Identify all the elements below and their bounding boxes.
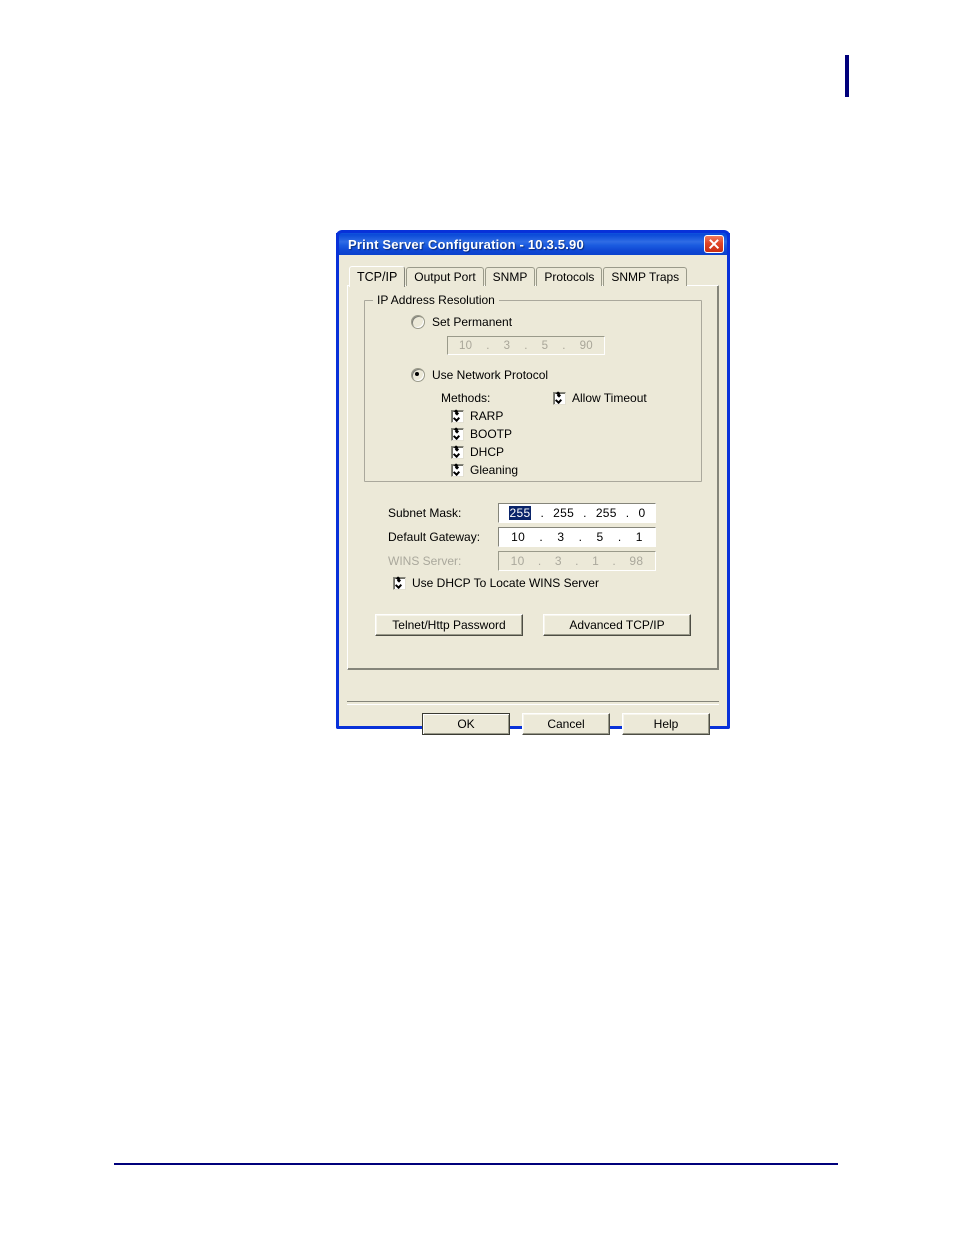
default-gateway-octet-2: 3	[557, 530, 565, 544]
subnet-mask-octet-3: 255	[595, 506, 617, 520]
checkbox-bootp-label: BOOTP	[470, 427, 513, 441]
wins-server-octet-2: 3	[554, 554, 562, 568]
wins-server-dot-3: .	[612, 554, 617, 568]
tab-output-port[interactable]: Output Port	[406, 267, 484, 286]
tab-tcpip[interactable]: TCP/IP	[349, 266, 406, 287]
tab-panel-tcpip: IP Address Resolution Set Permanent 10 .…	[347, 285, 719, 670]
wins-server-octet-3: 1	[592, 554, 600, 568]
tab-snmp-traps[interactable]: SNMP Traps	[603, 267, 688, 286]
checkbox-row-rarp[interactable]: RARP	[451, 409, 691, 423]
default-gateway-octet-1: 10	[511, 530, 526, 544]
field-row-default-gateway: Default Gateway: 10 . 3 . 5 . 1	[388, 526, 708, 548]
radio-use-network-protocol-label: Use Network Protocol	[432, 368, 549, 382]
default-gateway-label: Default Gateway:	[388, 530, 481, 544]
radio-row-set-permanent[interactable]: Set Permanent	[411, 315, 691, 329]
checkbox-rarp-label: RARP	[470, 409, 504, 423]
default-gateway-dot-3: .	[617, 530, 622, 544]
methods-line: Methods: Allow Timeout	[441, 391, 691, 405]
permanent-ip-octet-2: 3	[503, 339, 511, 352]
cancel-button[interactable]: Cancel	[522, 713, 610, 735]
dialog-footer: OK Cancel Help	[339, 713, 727, 735]
checkbox-gleaning-label: Gleaning	[470, 463, 519, 477]
tab-snmp[interactable]: SNMP	[484, 267, 536, 286]
methods-label: Methods:	[441, 391, 491, 405]
checkbox-allow-timeout-label: Allow Timeout	[572, 391, 647, 405]
radio-set-permanent[interactable]	[411, 315, 425, 329]
subnet-mask-dot-2: .	[583, 506, 587, 520]
group-legend: IP Address Resolution	[373, 293, 499, 307]
subnet-mask-octet-2: 255	[553, 506, 575, 520]
page-margin-mark	[845, 55, 849, 97]
wins-server-dot-2: .	[575, 554, 579, 568]
dialog-body: TCP/IP Output Port SNMP Protocols SNMP T…	[339, 258, 727, 751]
subnet-mask-octet-4: 0	[638, 506, 646, 520]
dialog-title: Print Server Configuration - 10.3.5.90	[348, 236, 584, 252]
help-button[interactable]: Help	[622, 713, 710, 735]
subnet-mask-dot-3: .	[625, 506, 630, 520]
checkbox-dhcp[interactable]	[451, 445, 464, 459]
ip-address-resolution-group: IP Address Resolution Set Permanent 10 .…	[364, 293, 702, 482]
tab-protocols[interactable]: Protocols	[536, 267, 603, 286]
checkbox-use-dhcp-wins[interactable]	[393, 576, 406, 590]
checkbox-row-use-dhcp-wins[interactable]: Use DHCP To Locate WINS Server	[393, 576, 708, 590]
subnet-mask-label: Subnet Mask:	[388, 506, 462, 520]
checkbox-dhcp-label: DHCP	[470, 445, 505, 459]
wins-server-octet-4: 98	[629, 554, 644, 568]
subnet-mask-dot-1: .	[540, 506, 545, 520]
radio-row-use-network-protocol[interactable]: Use Network Protocol	[411, 368, 691, 382]
permanent-ip-dot-1: .	[486, 339, 490, 352]
checkbox-row-bootp[interactable]: BOOTP	[451, 427, 691, 441]
default-gateway-octet-4: 1	[635, 530, 643, 544]
ok-button[interactable]: OK	[422, 713, 510, 735]
permanent-ip-dot-2: .	[524, 339, 528, 352]
network-fields: Subnet Mask: 255 . 255 . 255 . 0 Default…	[388, 502, 708, 590]
permanent-ip-octet-3: 5	[541, 339, 549, 352]
mid-button-row: Telnet/Http Password Advanced TCP/IP	[358, 614, 708, 636]
checkbox-allow-timeout[interactable]	[553, 391, 566, 405]
telnet-http-password-button[interactable]: Telnet/Http Password	[375, 614, 523, 636]
subnet-mask-octet-1: 255	[508, 506, 532, 520]
checkbox-bootp[interactable]	[451, 427, 464, 441]
default-gateway-dot-1: .	[539, 530, 544, 544]
permanent-ip-dot-3: .	[562, 339, 566, 352]
radio-set-permanent-label: Set Permanent	[432, 315, 513, 329]
permanent-ip-octet-4: 90	[579, 339, 593, 352]
field-row-subnet-mask: Subnet Mask: 255 . 255 . 255 . 0	[388, 502, 708, 524]
radio-use-network-protocol[interactable]	[411, 368, 425, 382]
footer-divider	[347, 701, 719, 705]
subnet-mask-input[interactable]: 255 . 255 . 255 . 0	[498, 503, 656, 523]
wins-server-input: 10 . 3 . 1 . 98	[498, 551, 656, 571]
print-server-configuration-dialog: Print Server Configuration - 10.3.5.90 T…	[336, 230, 730, 735]
field-row-wins-server: WINS Server: 10 . 3 . 1 . 98	[388, 550, 708, 572]
tab-strip: TCP/IP Output Port SNMP Protocols SNMP T…	[347, 266, 719, 287]
permanent-ip-input[interactable]: 10 . 3 . 5 . 90	[447, 336, 605, 355]
wins-server-label: WINS Server:	[388, 554, 462, 568]
default-gateway-dot-2: .	[578, 530, 583, 544]
default-gateway-octet-3: 5	[596, 530, 604, 544]
wins-server-octet-1: 10	[510, 554, 525, 568]
checkbox-use-dhcp-wins-label: Use DHCP To Locate WINS Server	[412, 576, 599, 590]
checkbox-rarp[interactable]	[451, 409, 464, 423]
checkbox-row-dhcp[interactable]: DHCP	[451, 445, 691, 459]
advanced-tcpip-button[interactable]: Advanced TCP/IP	[543, 614, 691, 636]
permanent-ip-octet-1: 10	[458, 339, 473, 352]
dialog-titlebar: Print Server Configuration - 10.3.5.90	[336, 230, 730, 255]
default-gateway-input[interactable]: 10 . 3 . 5 . 1	[498, 527, 656, 547]
checkbox-gleaning[interactable]	[451, 463, 464, 477]
page-footer-rule	[114, 1163, 838, 1165]
close-icon[interactable]	[704, 235, 724, 253]
checkbox-row-gleaning[interactable]: Gleaning	[451, 463, 691, 477]
wins-server-dot-1: .	[537, 554, 542, 568]
